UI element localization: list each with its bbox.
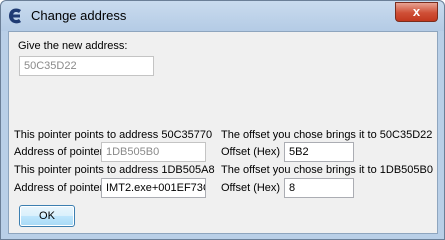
pointer-2-address-field[interactable]: IMT2.exe+001EF73C [101,178,206,198]
window-title: Change address [31,8,127,23]
pointer-2-address-label: Address of pointer [14,182,104,194]
pointer-2-offset-field[interactable]: 8 [284,178,354,198]
pointer-1-offset-label: Offset (Hex) [221,146,281,158]
change-address-dialog: Change address x Give the new address: 5… [0,0,445,240]
pointer-1-offset-result-text: The offset you chose brings it to 50C35D… [221,129,433,141]
pointer-2-offset-label: Offset (Hex) [221,182,281,194]
dialog-body: Give the new address: 50C35D22 This poin… [8,31,438,234]
close-icon: x [412,4,421,19]
new-address-field[interactable]: 50C35D22 [19,56,154,76]
pointer-1-address-field[interactable]: 1DB505B0 [101,142,206,162]
ok-button[interactable]: OK [19,205,75,227]
new-address-label: Give the new address: [18,40,128,52]
cheat-engine-icon [9,8,21,24]
title-bar[interactable]: Change address x [1,1,444,31]
close-button[interactable]: x [395,2,438,22]
pointer-2-points-to-text: This pointer points to address 1DB505A8 [14,164,215,176]
pointer-2-offset-result-text: The offset you chose brings it to 1DB505… [221,164,433,176]
pointer-1-address-label: Address of pointer [14,146,104,158]
pointer-1-offset-field[interactable]: 5B2 [284,142,354,162]
pointer-1-points-to-text: This pointer points to address 50C35770 [14,129,213,141]
